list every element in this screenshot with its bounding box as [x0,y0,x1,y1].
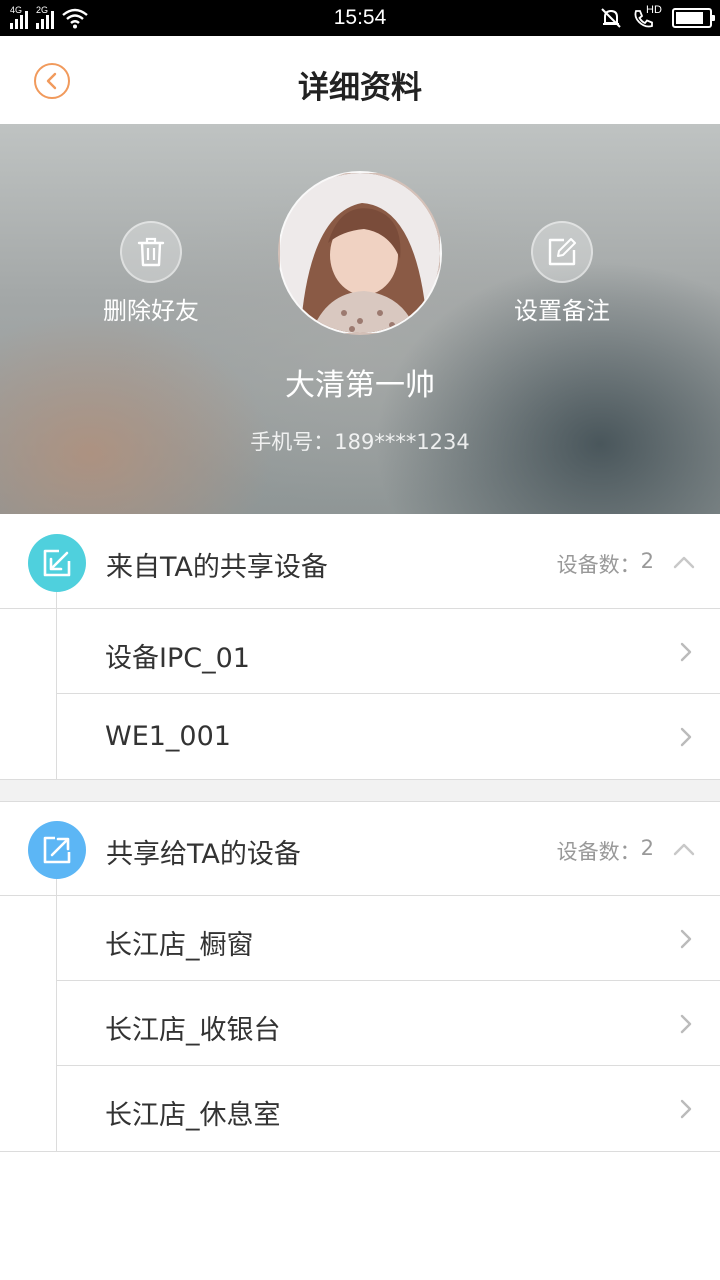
shared-from-ta-section: 来自TA的共享设备 设备数： 2 设备IPC_01 WE1_001 [0,515,720,780]
profile-header: 删除好友 设置备注 大清第一帅 手机号：189****1234 [0,124,720,514]
friend-phone: 手机号：189****1234 [250,430,470,454]
chevron-up-icon[interactable] [672,551,696,575]
device-count-label: 设备数： [556,553,641,577]
shared-to-ta-section: 共享给TA的设备 设备数： 2 长江店_橱窗 长江店_收银台 长江店_休息室 [0,801,720,1152]
status-bar: 4G 2G 15:54 HD [0,0,720,36]
set-remark-label: 设置备注 [514,297,610,325]
chevron-right-icon [680,1099,692,1119]
avatar-image [280,173,440,333]
battery-fill [676,12,703,24]
section-gap [0,780,720,801]
set-remark-button[interactable]: 设置备注 [514,221,610,326]
device-name: 长江店_休息室 [105,1100,281,1131]
edit-icon [548,238,576,266]
device-name: WE1_001 [105,721,231,752]
device-count: 设备数： 2 [557,836,654,866]
chevron-right-icon [680,929,692,949]
hd-label: HD [646,4,662,16]
list-item[interactable]: WE1_001 [56,694,720,779]
hd-call-icon: HD [632,4,662,30]
device-name: 设备IPC_01 [105,643,250,674]
list-item[interactable]: 长江店_橱窗 [56,896,720,981]
list-item[interactable]: 长江店_收银台 [56,981,720,1066]
section-title: 来自TA的共享设备 [106,552,328,583]
remark-circle [531,221,593,283]
delete-circle [120,221,182,283]
trash-icon [137,237,165,267]
chevron-right-icon [680,1014,692,1034]
device-count-value: 2 [640,549,654,573]
delete-friend-button[interactable]: 删除好友 [103,221,199,326]
list-item[interactable]: 设备IPC_01 [56,609,720,694]
device-count: 设备数： 2 [557,549,654,579]
chevron-up-icon[interactable] [672,838,696,862]
shared-to-ta-header[interactable]: 共享给TA的设备 设备数： 2 [0,802,720,896]
nav-bar: 详细资料 [0,36,720,124]
section-title: 共享给TA的设备 [106,839,301,870]
avatar[interactable] [278,171,442,335]
chevron-right-icon [680,727,692,747]
list-item[interactable]: 长江店_休息室 [56,1066,720,1151]
chevron-right-icon [680,642,692,662]
import-icon [28,534,86,592]
shared-from-ta-header[interactable]: 来自TA的共享设备 设备数： 2 [0,515,720,609]
mute-bell-icon [601,8,621,28]
delete-friend-label: 删除好友 [103,297,199,325]
device-count-label: 设备数： [556,840,641,864]
device-name: 长江店_橱窗 [105,930,254,961]
device-name: 长江店_收银台 [105,1015,281,1046]
device-count-value: 2 [640,836,654,860]
page-title: 详细资料 [298,70,422,106]
friend-name: 大清第一帅 [285,368,435,403]
share-out-icon [28,821,86,879]
battery-icon [672,8,715,28]
